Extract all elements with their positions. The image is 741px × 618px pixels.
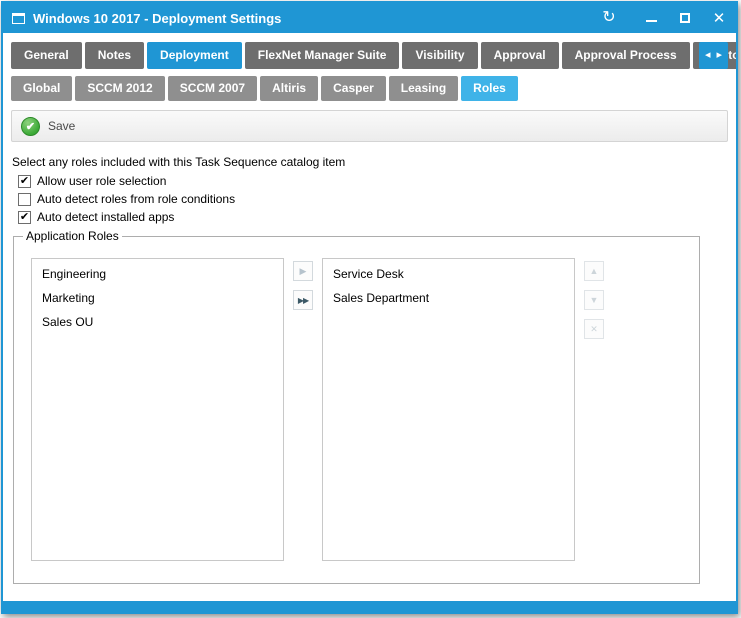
role-item-sales-department[interactable]: Sales Department xyxy=(323,286,574,310)
unchecked-checkbox-icon[interactable] xyxy=(18,193,31,206)
secondary-tab-strip: GlobalSCCM 2012SCCM 2007AltirisCasperLea… xyxy=(3,76,736,101)
instruction-text: Select any roles included with this Task… xyxy=(12,155,727,169)
checkbox-group: ✔ Allow user role selection Auto detect ro… xyxy=(18,174,736,224)
tab-approval-process[interactable]: Approval Process xyxy=(562,42,690,69)
subtab-roles[interactable]: Roles xyxy=(461,76,518,101)
minimize-icon[interactable] xyxy=(644,11,658,26)
window-title: Windows 10 2017 - Deployment Settings xyxy=(33,11,281,26)
role-item-marketing[interactable]: Marketing xyxy=(32,286,283,310)
checked-checkbox-icon[interactable]: ✔ xyxy=(18,211,31,224)
deployment-settings-window: Windows 10 2017 - Deployment Settings ↻ … xyxy=(1,1,738,614)
tab-visibility[interactable]: Visibility xyxy=(402,42,477,69)
role-item-sales-ou[interactable]: Sales OU xyxy=(32,310,283,334)
tab-notes[interactable]: Notes xyxy=(85,42,144,69)
remove-role-button[interactable]: ✕ xyxy=(584,319,604,339)
checked-checkbox-icon[interactable]: ✔ xyxy=(18,175,31,188)
scroll-left-icon[interactable]: ◂ xyxy=(705,50,711,61)
move-all-right-button[interactable]: ▶▶ xyxy=(293,290,313,310)
tab-deployment[interactable]: Deployment xyxy=(147,42,242,69)
checkbox-label: Auto detect roles from role conditions xyxy=(37,192,235,206)
checkbox-auto-detect-roles-from-role-conditions[interactable]: Auto detect roles from role conditions xyxy=(18,192,736,206)
tab-approval[interactable]: Approval xyxy=(481,42,559,69)
order-buttons: ▲ ▼ ✕ xyxy=(584,258,604,561)
scroll-right-icon[interactable]: ▸ xyxy=(716,50,722,61)
maximize-glyph xyxy=(680,13,690,23)
transfer-buttons: ▶ ▶▶ xyxy=(293,258,313,561)
remove-icon: ✕ xyxy=(590,324,598,335)
role-item-service-desk[interactable]: Service Desk xyxy=(323,262,574,286)
tab-scroller: ◂ ▸ xyxy=(699,42,728,69)
subtab-global[interactable]: Global xyxy=(11,76,72,101)
maximize-icon[interactable] xyxy=(678,11,692,26)
app-window-icon xyxy=(12,13,25,24)
move-right-icon: ▶ xyxy=(300,266,307,277)
save-button[interactable]: Save xyxy=(48,119,75,133)
minimize-glyph xyxy=(646,20,657,22)
move-down-button[interactable]: ▼ xyxy=(584,290,604,310)
application-roles-group: Application Roles EngineeringMarketingSa… xyxy=(13,236,700,584)
refresh-icon[interactable]: ↻ xyxy=(602,10,616,26)
available-roles-listbox[interactable]: EngineeringMarketingSales OU xyxy=(31,258,284,561)
tab-flexnet-manager-suite[interactable]: FlexNet Manager Suite xyxy=(245,42,400,69)
checkbox-label: Allow user role selection xyxy=(37,174,166,188)
subtab-leasing[interactable]: Leasing xyxy=(389,76,458,101)
subtab-altiris[interactable]: Altiris xyxy=(260,76,318,101)
primary-tab-strip: GeneralNotesDeploymentFlexNet Manager Su… xyxy=(3,42,736,69)
group-title: Application Roles xyxy=(23,229,122,243)
move-right-button[interactable]: ▶ xyxy=(293,261,313,281)
bottom-status-strip xyxy=(3,601,736,612)
role-item-engineering[interactable]: Engineering xyxy=(32,262,283,286)
subtab-sccm-2007[interactable]: SCCM 2007 xyxy=(168,76,257,101)
title-bar: Windows 10 2017 - Deployment Settings ↻ … xyxy=(3,3,736,33)
selected-roles-listbox[interactable]: Service DeskSales Department xyxy=(322,258,575,561)
subtab-sccm-2012[interactable]: SCCM 2012 xyxy=(75,76,164,101)
save-check-icon[interactable]: ✔ xyxy=(21,117,40,136)
move-up-button[interactable]: ▲ xyxy=(584,261,604,281)
toolbar: ✔ Save xyxy=(11,110,728,142)
move-up-icon: ▲ xyxy=(590,266,599,276)
window-controls: ↻ ✕ xyxy=(602,10,726,26)
checkbox-label: Auto detect installed apps xyxy=(37,210,174,224)
move-down-icon: ▼ xyxy=(590,295,599,305)
close-icon[interactable]: ✕ xyxy=(712,11,726,26)
checkbox-auto-detect-installed-apps[interactable]: ✔ Auto detect installed apps xyxy=(18,210,736,224)
subtab-casper[interactable]: Casper xyxy=(321,76,386,101)
checkbox-allow-user-role-selection[interactable]: ✔ Allow user role selection xyxy=(18,174,736,188)
role-transfer-panel: EngineeringMarketingSales OU ▶ ▶▶ Servic… xyxy=(31,258,699,561)
move-all-right-icon: ▶▶ xyxy=(298,296,308,305)
tab-general[interactable]: General xyxy=(11,42,82,69)
content-spacer xyxy=(3,584,736,601)
